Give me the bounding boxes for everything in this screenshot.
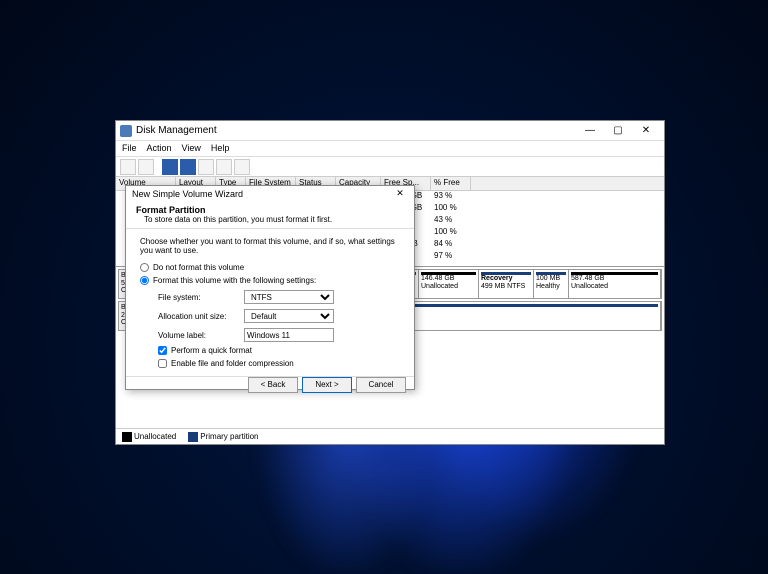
toolbar-forward-icon[interactable]	[138, 159, 154, 175]
wizard-subheading: To store data on this partition, you mus…	[136, 215, 404, 224]
menu-help[interactable]: Help	[211, 143, 230, 154]
menu-action[interactable]: Action	[147, 143, 172, 154]
partition-unallocated[interactable]: 587.48 GB Unallocated	[569, 270, 661, 298]
wizard-close-button[interactable]: ✕	[392, 188, 408, 199]
menu-view[interactable]: View	[182, 143, 201, 154]
wizard-heading: Format Partition	[136, 205, 404, 215]
radio-format-volume[interactable]	[140, 276, 149, 285]
window-title: Disk Management	[136, 125, 576, 136]
select-allocation-unit[interactable]: Default	[244, 309, 334, 323]
toolbar-extra-icon[interactable]	[234, 159, 250, 175]
partition-recovery[interactable]: Recovery 499 MB NTFS	[479, 270, 534, 298]
toolbar-view1-icon[interactable]	[162, 159, 178, 175]
label-filesystem: File system:	[158, 293, 238, 302]
menubar: File Action View Help	[116, 141, 664, 157]
checkbox-enable-compression[interactable]	[158, 359, 167, 368]
wizard-body: Choose whether you want to format this v…	[126, 229, 414, 376]
close-button[interactable]: ✕	[632, 122, 660, 140]
legend-swatch-unallocated	[122, 432, 132, 442]
maximize-button[interactable]: ▢	[604, 122, 632, 140]
toolbar-help-icon[interactable]	[216, 159, 232, 175]
wizard-intro: Choose whether you want to format this v…	[140, 237, 400, 255]
wizard-titlebar: New Simple Volume Wizard ✕	[126, 186, 414, 201]
partition-unallocated[interactable]: 146.48 GB Unallocated	[419, 270, 479, 298]
titlebar: Disk Management — ▢ ✕	[116, 121, 664, 141]
checkbox-quick-format[interactable]	[158, 346, 167, 355]
menu-file[interactable]: File	[122, 143, 137, 154]
toolbar-back-icon[interactable]	[120, 159, 136, 175]
toolbar	[116, 157, 664, 177]
app-icon	[120, 125, 132, 137]
next-button[interactable]: Next >	[302, 377, 352, 393]
toolbar-refresh-icon[interactable]	[198, 159, 214, 175]
legend: Unallocated Primary partition	[116, 428, 664, 444]
col-pctfree[interactable]: % Free	[431, 177, 471, 190]
select-filesystem[interactable]: NTFS	[244, 290, 334, 304]
label-volume-label: Volume label:	[158, 331, 238, 340]
back-button[interactable]: < Back	[248, 377, 298, 393]
input-volume-label[interactable]	[244, 328, 334, 342]
minimize-button[interactable]: —	[576, 122, 604, 140]
label-allocation-unit: Allocation unit size:	[158, 312, 238, 321]
legend-swatch-primary	[188, 432, 198, 442]
cancel-button[interactable]: Cancel	[356, 377, 406, 393]
wizard-title: New Simple Volume Wizard	[132, 189, 392, 199]
wizard-footer: < Back Next > Cancel	[126, 376, 414, 393]
toolbar-view2-icon[interactable]	[180, 159, 196, 175]
radio-do-not-format[interactable]	[140, 263, 149, 272]
new-simple-volume-wizard: New Simple Volume Wizard ✕ Format Partit…	[125, 185, 415, 390]
partition[interactable]: 100 MB Healthy	[534, 270, 569, 298]
wizard-header: Format Partition To store data on this p…	[126, 201, 414, 229]
